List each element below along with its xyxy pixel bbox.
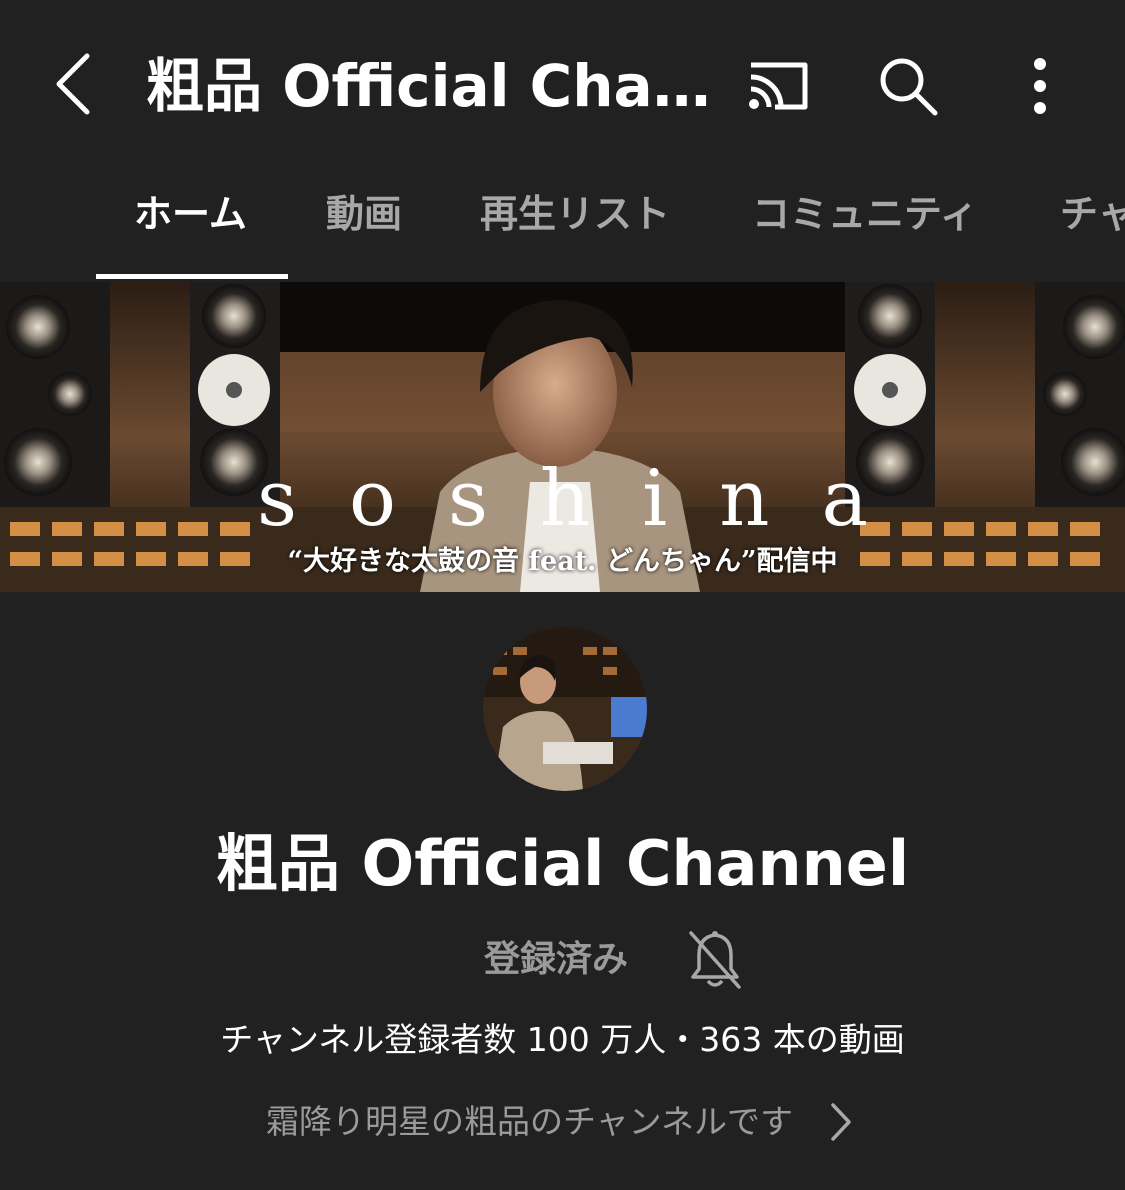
banner-title: soshina [257, 454, 920, 544]
tab-home[interactable]: ホーム [134, 170, 247, 282]
channel-banner: soshina “大好きな太鼓の音 feat. どんちゃん”配信中 [0, 282, 1125, 592]
channel-tabs: ホーム 動画 再生リスト コミュニティ チャ [0, 170, 1125, 282]
channel-stats: チャンネル登録者数 100 万人・363 本の動画 [220, 1020, 905, 1059]
app-bar: 粗品 Official Chan… [0, 0, 1125, 170]
chevron-left-icon [56, 53, 90, 115]
page-title: 粗品 Official Chan… [146, 52, 716, 120]
tab-community[interactable]: コミュニティ [752, 170, 978, 282]
more-vertical-icon [1034, 58, 1046, 114]
subscription-row: 登録済み [0, 922, 1125, 998]
cast-button[interactable] [738, 46, 818, 126]
search-button[interactable] [868, 46, 948, 126]
cast-icon [749, 62, 808, 110]
active-tab-indicator [96, 274, 288, 279]
channel-description: 霜降り明星の粗品のチャンネルです [265, 1102, 793, 1141]
more-options-button[interactable] [1000, 46, 1080, 126]
chevron-right-icon [829, 1098, 859, 1146]
tab-playlists[interactable]: 再生リスト [480, 170, 670, 282]
avatar-image [483, 627, 647, 791]
channel-name: 粗品 Official Channel [215, 827, 910, 900]
notification-bell-button[interactable] [680, 922, 750, 998]
subscribed-button[interactable]: 登録済み [472, 922, 640, 998]
back-button[interactable] [38, 42, 108, 126]
tab-channels[interactable]: チャ [1060, 170, 1125, 282]
channel-avatar[interactable] [483, 627, 647, 791]
banner-subtitle: “大好きな太鼓の音 feat. どんちゃん”配信中 [287, 546, 838, 577]
tab-videos[interactable]: 動画 [326, 170, 402, 282]
search-icon [880, 58, 938, 116]
bell-off-icon [689, 931, 741, 989]
channel-description-link[interactable]: 霜降り明星の粗品のチャンネルです [0, 1092, 1125, 1152]
